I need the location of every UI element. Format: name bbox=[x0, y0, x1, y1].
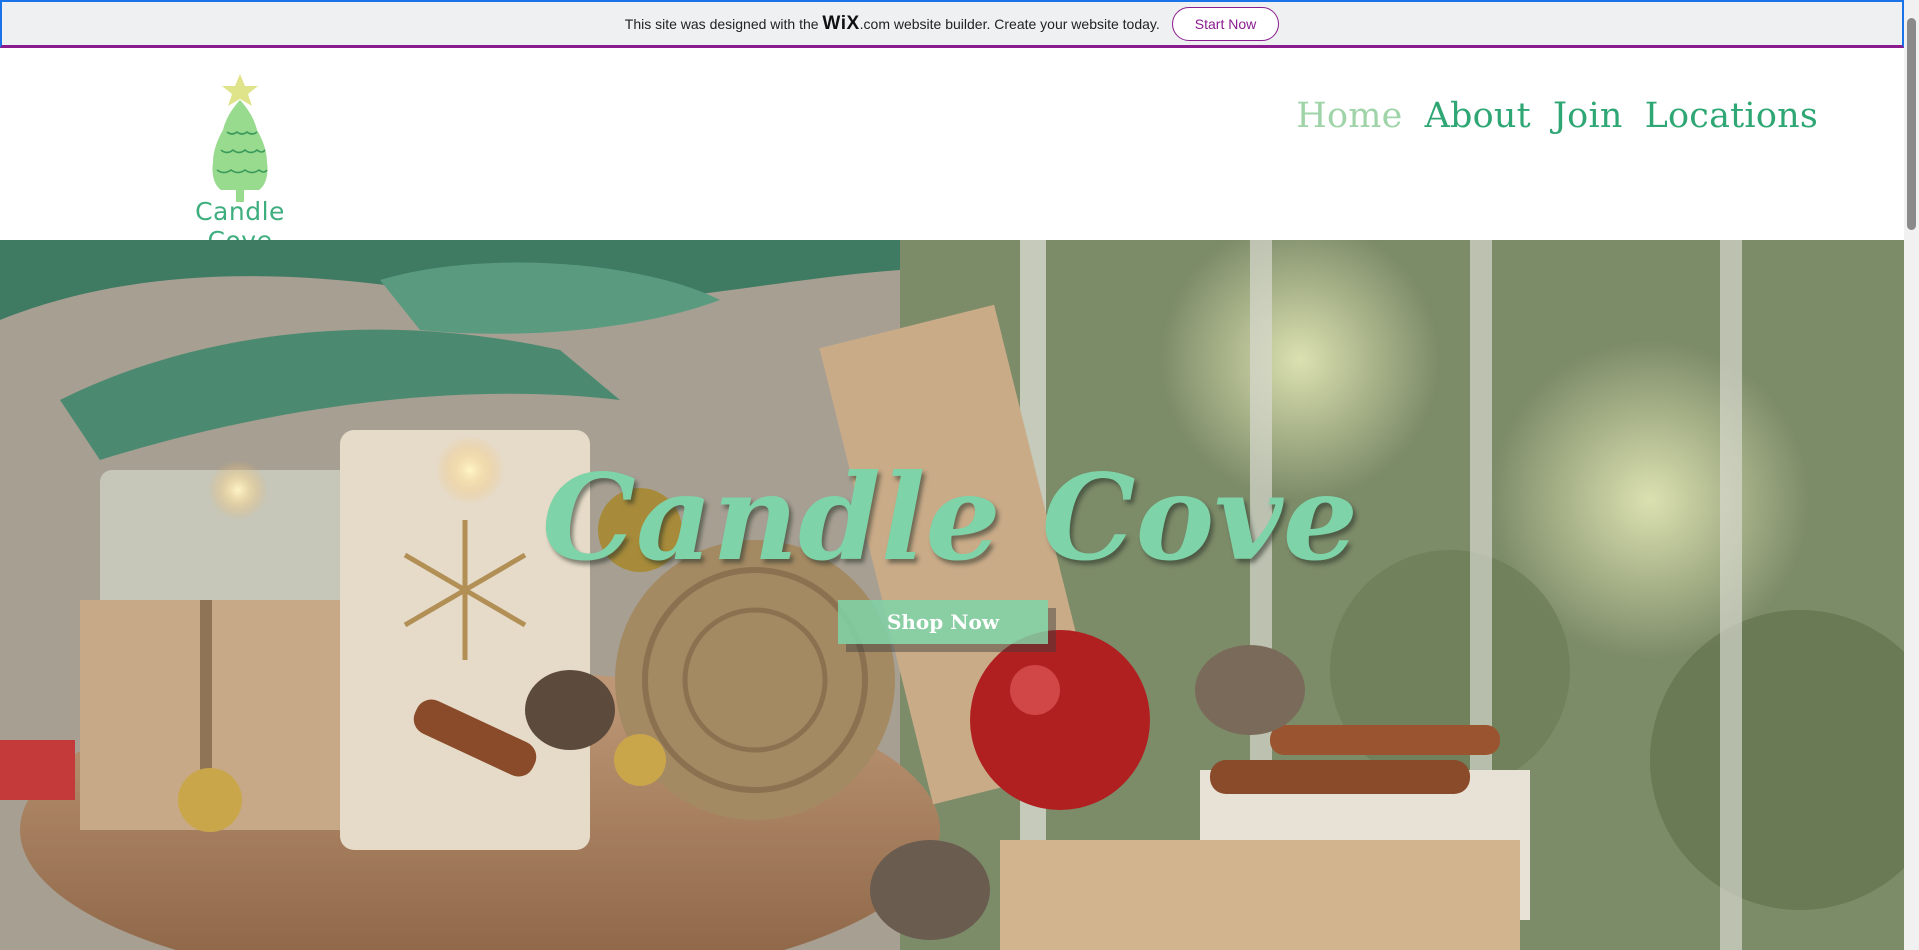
site-logo[interactable]: Candle Cove bbox=[165, 72, 315, 255]
site-header: Candle Cove Home About Join Locations bbox=[0, 48, 1904, 255]
shop-now-button[interactable]: Shop Now bbox=[838, 600, 1048, 644]
nav-home[interactable]: Home bbox=[1296, 96, 1402, 136]
scrollbar-thumb[interactable] bbox=[1907, 18, 1916, 230]
banner-text-after: .com website builder. Create your websit… bbox=[859, 15, 1160, 32]
wix-promo-banner: This site was designed with the WiX.com … bbox=[0, 0, 1904, 48]
main-nav: Home About Join Locations bbox=[1296, 96, 1818, 136]
banner-text: This site was designed with the WiX.com … bbox=[625, 13, 1160, 35]
hero-background-image bbox=[0, 240, 1904, 950]
start-now-button[interactable]: Start Now bbox=[1171, 6, 1280, 41]
christmas-tree-icon bbox=[212, 74, 268, 202]
wix-logo-text: WiX bbox=[822, 12, 860, 34]
nav-join[interactable]: Join bbox=[1553, 96, 1623, 136]
hero-section: Candle Cove Shop Now bbox=[0, 240, 1904, 950]
page-scrollbar[interactable] bbox=[1904, 0, 1919, 950]
nav-about[interactable]: About bbox=[1425, 96, 1531, 136]
nav-locations[interactable]: Locations bbox=[1645, 96, 1818, 136]
hero-title: Candle Cove bbox=[542, 448, 1358, 587]
page: This site was designed with the WiX.com … bbox=[0, 0, 1919, 950]
banner-text-before: This site was designed with the bbox=[624, 15, 819, 32]
